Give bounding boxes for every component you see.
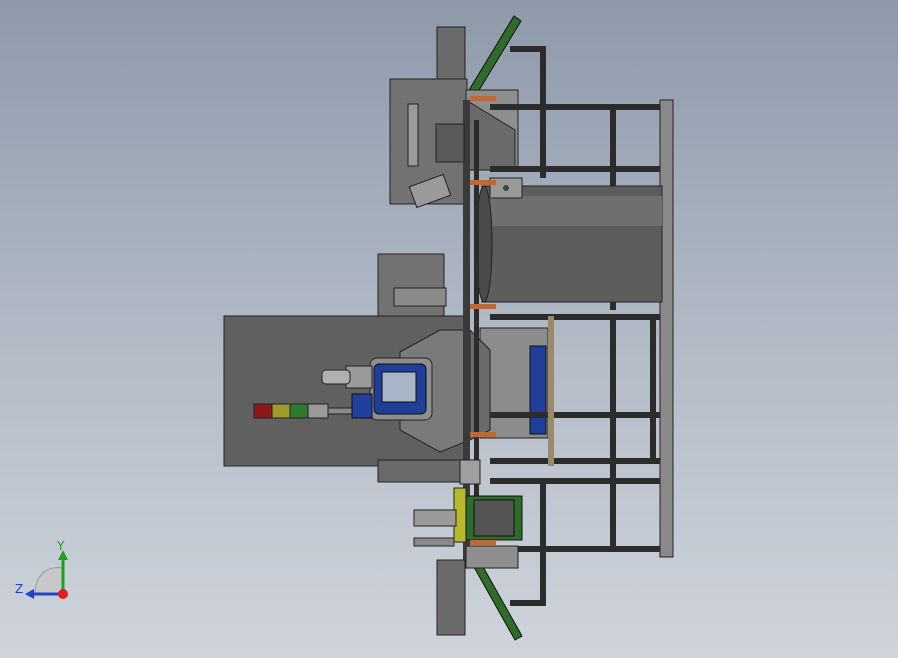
clamp-part-mid [393,287,447,307]
right-end-plate [659,99,674,558]
stack-light-base [307,403,329,419]
back-plate-top [436,26,466,88]
frame-rail [490,412,660,418]
frame-rail [490,104,660,110]
triad-z-arrow [25,589,34,599]
frame-rail [490,458,660,464]
orientation-triad: Y Z [15,539,68,599]
stack-light-arm [327,407,355,415]
frame-rail [650,320,656,460]
triad-y-label: Y [56,539,65,553]
frame-rail [510,600,546,606]
triad-z-label: Z [15,582,23,596]
main-drum-highlight [482,196,662,226]
right-cabinet-wedge [469,328,491,441]
frame-rail [490,166,660,172]
frame-rail [490,314,660,320]
copper-clamp [470,540,496,545]
triad-origin [58,589,68,599]
frame-rail [548,316,554,466]
green-motor-cover [473,499,515,537]
frame-rail [490,478,660,484]
graphics-viewport[interactable]: Y Z [0,0,898,658]
copper-clamp [470,180,496,185]
control-cabinet-lower [377,459,469,483]
lower-rail-part [413,537,455,547]
stack-light-red [253,403,273,419]
copper-clamp [470,304,496,309]
stack-light-yellow [271,403,291,419]
hmi-display-screen [381,371,417,403]
lower-clamp-part [413,509,457,527]
copper-clamp [470,96,496,101]
back-plate-bottom [436,559,466,636]
sensor-mount [407,103,419,167]
triad-rotation-arc [35,567,63,595]
stack-light-green [289,403,309,419]
lower-bracket [465,545,519,569]
stack-light-mount [351,393,373,419]
frame-rail [540,480,546,606]
copper-clamp [470,432,496,437]
machine-model-view[interactable] [0,0,898,658]
blue-panel [529,345,547,435]
camera-lens [321,369,351,385]
sensor-bracket [435,123,465,163]
green-diagonal-brace-bottom [469,555,523,641]
frame-rail [610,320,616,546]
pivot-block [459,459,481,485]
bearing-bolt [503,185,509,191]
middle-bracket-box [377,253,445,321]
frame-rail [540,46,546,178]
